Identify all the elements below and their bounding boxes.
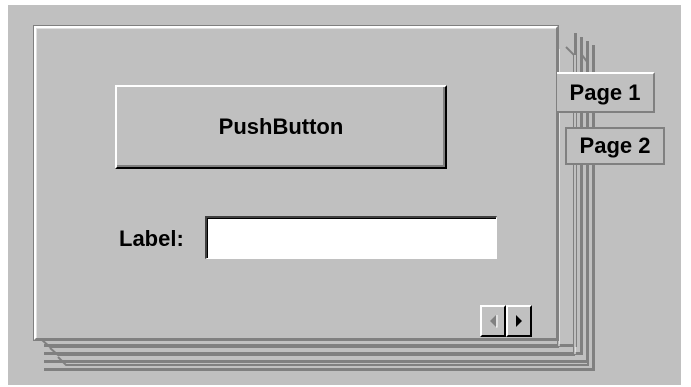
tab-page-2-label: Page 2 (579, 133, 651, 158)
push-button-label: PushButton (218, 114, 344, 139)
notebook-page (34, 26, 558, 340)
tab-page-2[interactable]: Page 2 (565, 127, 665, 165)
arrow-right-icon (516, 315, 522, 327)
previous-page-button[interactable] (480, 305, 506, 337)
push-button[interactable]: PushButton (115, 85, 447, 169)
label-input[interactable] (205, 216, 497, 259)
arrow-left-icon (490, 315, 498, 328)
tab-page-1-label: Page 1 (569, 79, 641, 105)
next-page-button[interactable] (506, 305, 532, 337)
tab-page-1[interactable]: Page 1 (557, 72, 655, 113)
field-label: Label: (119, 226, 184, 251)
